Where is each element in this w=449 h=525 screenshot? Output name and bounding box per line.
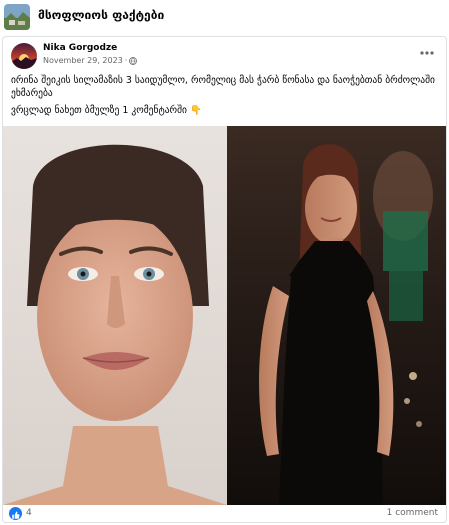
post-text-line-2: ვრცლად ნახეთ ბმულზე 1 კომენტარში 👇	[11, 104, 441, 117]
comment-count-link[interactable]: 1 comment	[387, 508, 438, 518]
group-header: მსოფლიოს ფაქტები	[0, 0, 449, 34]
post-text: ირინა შეიკის სილამაზის 3 საიდუმლო, რომელ…	[11, 74, 441, 121]
post-meta: November 29, 2023 ·	[43, 56, 138, 65]
post-card: Nika Gorgodze November 29, 2023 · ირინა …	[2, 36, 447, 523]
post-footer: 4 1 comment	[3, 505, 446, 523]
post-text-line-2-text: ვრცლად ნახეთ ბმულზე 1 კომენტარში	[11, 105, 187, 116]
like-reaction-icon[interactable]	[9, 507, 22, 520]
more-options-button[interactable]	[418, 45, 436, 59]
post-text-line-1: ირინა შეიკის სილამაზის 3 საიდუმლო, რომელ…	[11, 75, 435, 99]
pointing-down-emoji: 👇	[189, 105, 202, 116]
globe-icon	[129, 56, 138, 65]
more-horizontal-icon	[420, 51, 434, 55]
reaction-count[interactable]: 4	[26, 508, 32, 518]
meta-separator: ·	[124, 56, 128, 65]
post-image[interactable]	[3, 126, 446, 505]
thumbs-up-icon	[12, 511, 20, 519]
landscape-icon	[4, 4, 30, 30]
group-title[interactable]: მსოფლიოს ფაქტები	[38, 8, 164, 22]
post-date[interactable]: November 29, 2023	[43, 56, 123, 65]
sunset-avatar-icon	[11, 43, 37, 69]
collage-image	[3, 126, 446, 505]
author-name[interactable]: Nika Gorgodze	[43, 43, 117, 53]
group-avatar[interactable]	[4, 4, 30, 30]
author-avatar[interactable]	[11, 43, 37, 69]
